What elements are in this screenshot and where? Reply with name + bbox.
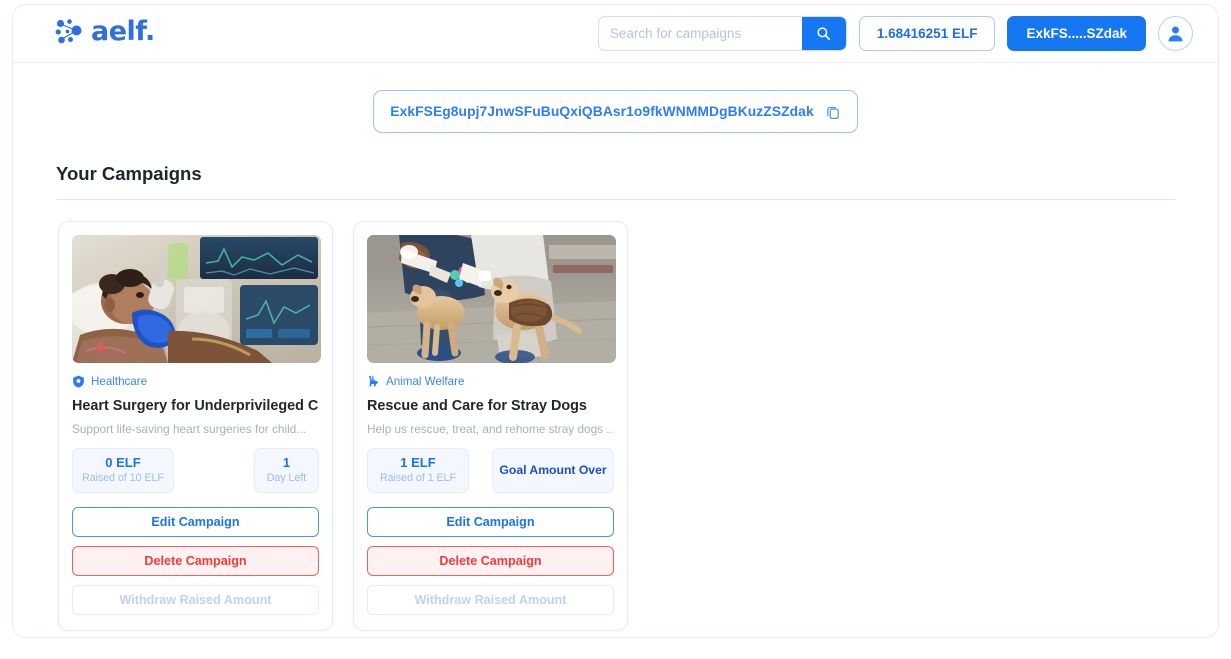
campaign-title: Rescue and Care for Stray Dogs [367, 398, 587, 414]
campaign-image [72, 235, 321, 363]
raised-goal-label: Raised of 1 ELF [380, 472, 456, 485]
wallet-address-text: ExkFSEg8upj7JnwSFuBuQxiQBAsr1o9fkWNMMDgB… [390, 104, 814, 119]
campaign-stats: 1 ELF Raised of 1 ELF Goal Amount Over [367, 448, 614, 493]
profile-avatar-button[interactable] [1158, 16, 1193, 51]
campaign-category: Healthcare [72, 374, 319, 389]
withdraw-raised-amount-button: Withdraw Raised Amount [367, 585, 614, 615]
navbar-right-group: 1.68416251 ELF ExkFS.....SZdak [597, 16, 1193, 51]
campaign-title: Heart Surgery for Underprivileged C... [72, 398, 319, 414]
delete-campaign-button[interactable]: Delete Campaign [367, 546, 614, 576]
wallet-address-pill[interactable]: ExkFSEg8upj7JnwSFuBuQxiQBAsr1o9fkWNMMDgB… [373, 90, 858, 133]
goal-status-box: Goal Amount Over [492, 448, 614, 493]
address-bar-row: ExkFSEg8upj7JnwSFuBuQxiQBAsr1o9fkWNMMDgB… [13, 90, 1218, 133]
raised-amount-box: 0 ELF Raised of 10 ELF [72, 448, 174, 493]
campaign-category: Animal Welfare [367, 374, 614, 389]
wallet-address-button[interactable]: ExkFS.....SZdak [1007, 16, 1146, 51]
raised-amount-value: 0 ELF [105, 454, 141, 470]
app-window: aelf. 1.68416251 ELF ExkFS.....SZdak [12, 4, 1219, 638]
shield-health-icon [73, 375, 84, 388]
brand-logo[interactable]: aelf. [55, 18, 155, 45]
campaign-category-label: Healthcare [91, 375, 148, 388]
days-left-label: Day Left [266, 472, 307, 485]
withdraw-raised-amount-button: Withdraw Raised Amount [72, 585, 319, 615]
goal-status-label: Goal Amount Over [499, 463, 607, 478]
campaign-actions: Edit Campaign Delete Campaign Withdraw R… [367, 507, 614, 615]
search-button[interactable] [801, 17, 846, 50]
animal-deer-icon [368, 375, 378, 387]
search-input[interactable] [598, 17, 802, 50]
campaign-category-label: Animal Welfare [386, 375, 465, 388]
edit-campaign-button[interactable]: Edit Campaign [72, 507, 319, 537]
search-bar[interactable] [597, 16, 847, 51]
raised-goal-label: Raised of 10 ELF [82, 472, 164, 485]
campaign-stats: 0 ELF Raised of 10 ELF 1 Day Left [72, 448, 319, 493]
page-title: Your Campaigns [56, 163, 202, 184]
days-left-box: 1 Day Left [254, 448, 319, 493]
child-in-hospital-photo [72, 235, 321, 363]
campaign-card-list: Healthcare Heart Surgery for Underprivil… [13, 200, 1218, 631]
days-left-value: 1 [282, 454, 291, 470]
campaign-card[interactable]: Healthcare Heart Surgery for Underprivil… [58, 221, 333, 631]
section-header: Your Campaigns [56, 163, 1218, 185]
campaign-image [367, 235, 616, 363]
raised-amount-box: 1 ELF Raised of 1 ELF [367, 448, 469, 493]
wallet-balance: 1.68416251 ELF [858, 16, 996, 51]
top-navbar: aelf. 1.68416251 ELF ExkFS.....SZdak [13, 5, 1218, 63]
copy-icon[interactable] [825, 104, 841, 120]
campaign-description: Support life-saving heart surgeries for … [72, 422, 307, 436]
delete-campaign-button[interactable]: Delete Campaign [72, 546, 319, 576]
puppies-being-fed-photo [367, 235, 616, 363]
brand-name: aelf. [91, 16, 155, 47]
aelf-dots-logo-icon [55, 18, 82, 43]
edit-campaign-button[interactable]: Edit Campaign [367, 507, 614, 537]
search-icon [817, 27, 831, 40]
campaign-actions: Edit Campaign Delete Campaign Withdraw R… [72, 507, 319, 615]
user-avatar-icon [1168, 26, 1183, 42]
campaign-card[interactable]: Animal Welfare Rescue and Care for Stray… [353, 221, 628, 631]
campaign-description: Help us rescue, treat, and rehome stray … [367, 422, 614, 436]
raised-amount-value: 1 ELF [400, 454, 436, 470]
